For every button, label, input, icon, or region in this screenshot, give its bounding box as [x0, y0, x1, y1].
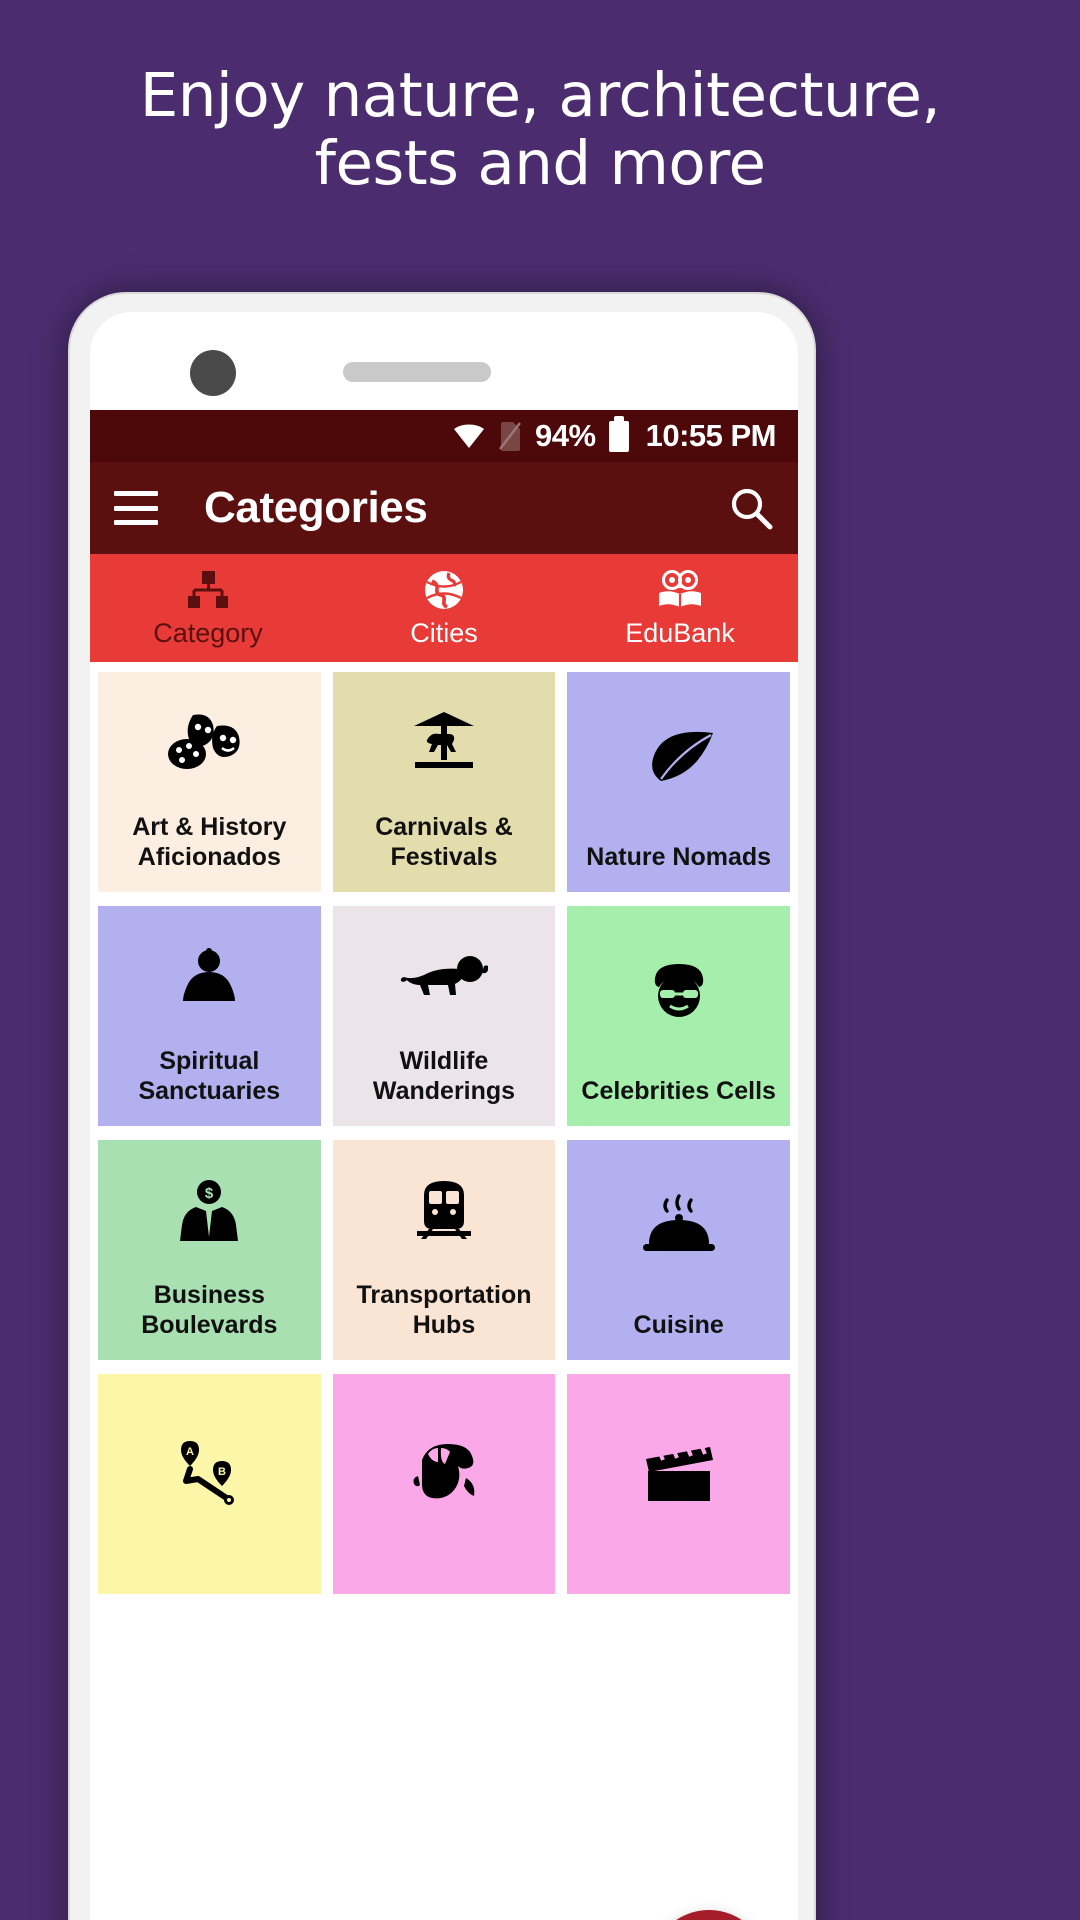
route-a-b-icon: A B [98, 1374, 321, 1574]
card-clapperboard[interactable] [567, 1374, 790, 1594]
svg-text:B: B [218, 1466, 226, 1478]
card-label: Art & History Aficionados [132, 813, 287, 871]
promo-headline: Enjoy nature, architecture, fests and mo… [0, 60, 1080, 200]
tab-label-cities: Cities [410, 617, 478, 648]
tab-cities[interactable]: Cities [326, 554, 562, 662]
card-label [567, 1574, 790, 1594]
card-business-boulevards[interactable]: $ Business Boulevards [98, 1140, 321, 1360]
card-label [333, 1574, 556, 1594]
celebrity-face-icon [567, 906, 790, 1076]
status-clock: 10:55 PM [645, 418, 777, 453]
card-label: Carnivals & Festivals [375, 813, 513, 871]
spartan-helmet-icon [333, 1374, 556, 1574]
status-bar: 94% 10:55 PM [90, 410, 798, 462]
sitemap-icon [187, 568, 229, 612]
carousel-icon [333, 672, 556, 812]
card-label: Nature Nomads [586, 843, 772, 871]
card-transportation-hubs[interactable]: Transportation Hubs [332, 1140, 556, 1360]
svg-text:$: $ [205, 1185, 214, 1202]
battery-icon [608, 415, 629, 452]
card-nature-nomads[interactable]: Nature Nomads [567, 672, 790, 892]
card-label: Wildlife Wanderings [372, 1047, 516, 1105]
card-helmet[interactable] [332, 1374, 556, 1594]
promo-line-1: Enjoy nature, architecture, [139, 60, 941, 131]
card-cuisine[interactable]: Cuisine [567, 1140, 790, 1360]
no-sim-icon [498, 421, 522, 451]
earpiece-speaker [343, 362, 491, 382]
phone-mockup: 94% 10:55 PM Categories Category Cities … [68, 292, 816, 1920]
clapperboard-icon [567, 1374, 790, 1574]
theater-masks-palette-icon [98, 672, 321, 812]
floating-action-button[interactable] [650, 1910, 768, 1920]
wifi-icon [453, 423, 485, 449]
buddha-icon [98, 906, 321, 1046]
svg-text:A: A [186, 1446, 194, 1458]
owl-book-icon [656, 568, 704, 612]
card-label: Celebrities Cells [581, 1077, 776, 1105]
card-celebrities-cells[interactable]: Celebrities Cells [567, 906, 790, 1126]
page-title: Categories [204, 483, 428, 532]
tab-bar: Category Cities EduBank [90, 554, 798, 662]
tab-edubank[interactable]: EduBank [562, 554, 798, 662]
card-route[interactable]: A B [98, 1374, 321, 1594]
card-spiritual-sanctuaries[interactable]: Spiritual Sanctuaries [98, 906, 321, 1126]
card-label: Transportation Hubs [356, 1281, 532, 1339]
phone-bezel: 94% 10:55 PM Categories Category Cities … [90, 312, 798, 1920]
food-cloche-icon [567, 1140, 790, 1310]
globe-icon [423, 568, 465, 612]
card-wildlife-wanderings[interactable]: Wildlife Wanderings [332, 906, 556, 1126]
category-grid: Art & History Aficionados Carnivals & Fe… [90, 662, 798, 1594]
promo-line-2: fests and more [314, 128, 766, 200]
phone-screen: 94% 10:55 PM Categories Category Cities … [90, 410, 798, 1920]
app-bar: Categories [90, 462, 798, 554]
tab-label-edubank: EduBank [625, 617, 735, 648]
leaf-icon [567, 672, 790, 842]
tab-label-category: Category [153, 617, 263, 648]
hamburger-menu-icon[interactable] [114, 491, 158, 525]
search-icon[interactable] [728, 485, 774, 531]
card-label: Spiritual Sanctuaries [138, 1047, 281, 1105]
card-art-history[interactable]: Art & History Aficionados [98, 672, 321, 892]
card-carnivals-festivals[interactable]: Carnivals & Festivals [332, 672, 556, 892]
tab-category[interactable]: Category [90, 554, 326, 662]
battery-percentage: 94% [535, 418, 596, 453]
card-label: Cuisine [633, 1311, 724, 1339]
card-label: Business Boulevards [141, 1281, 278, 1339]
businessman-icon: $ [98, 1140, 321, 1280]
train-icon [333, 1140, 556, 1280]
lion-icon [333, 906, 556, 1046]
card-label [98, 1574, 321, 1594]
front-camera [190, 350, 236, 396]
